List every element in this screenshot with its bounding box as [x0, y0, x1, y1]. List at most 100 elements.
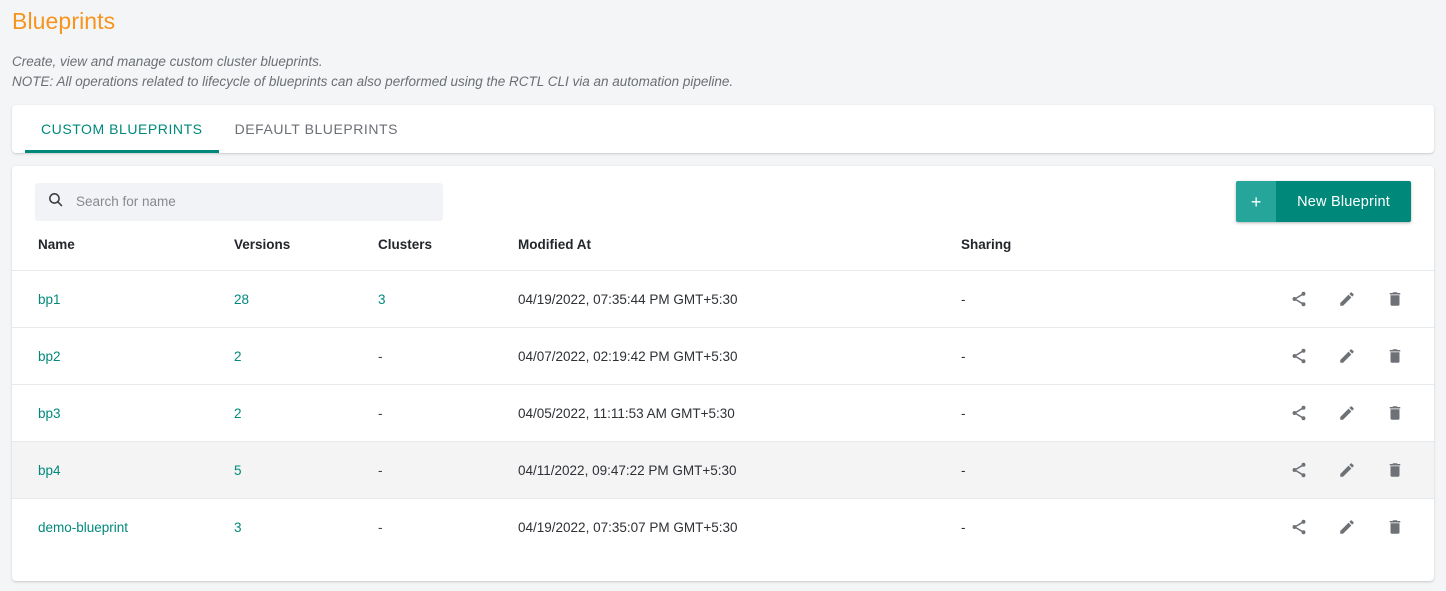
- cell-versions: 2: [234, 327, 378, 385]
- row-actions: [1271, 460, 1434, 480]
- versions-link[interactable]: 5: [234, 463, 242, 478]
- tab-custom-blueprints[interactable]: CUSTOM BLUEPRINTS: [25, 105, 219, 153]
- clusters-link[interactable]: 3: [378, 292, 386, 307]
- modified-at-text: 04/19/2022, 07:35:07 PM GMT+5:30: [518, 519, 738, 535]
- page-title: Blueprints: [12, 8, 116, 34]
- edit-icon[interactable]: [1337, 403, 1357, 423]
- cell-actions: [1271, 384, 1434, 442]
- blueprint-name-link[interactable]: bp4: [38, 463, 61, 478]
- blueprints-page: Blueprints Create, view and manage custo…: [0, 0, 1446, 591]
- cell-versions: 3: [234, 498, 378, 556]
- edit-icon[interactable]: [1337, 346, 1357, 366]
- edit-icon[interactable]: [1337, 289, 1357, 309]
- cell-versions: 28: [234, 270, 378, 328]
- cell-actions: [1271, 270, 1434, 328]
- blueprints-table: Name Versions Clusters Modified At Shari…: [12, 237, 1434, 556]
- cell-clusters: -: [378, 384, 518, 442]
- blueprints-table-card: + New Blueprint Name Versions Clusters M…: [12, 166, 1434, 581]
- cell-versions: 2: [234, 384, 378, 442]
- cell-modified-at: 04/11/2022, 09:47:22 PM GMT+5:30: [518, 441, 961, 499]
- delete-icon[interactable]: [1385, 460, 1405, 480]
- cell-sharing: -: [961, 498, 1271, 556]
- sharing-text: -: [961, 462, 966, 478]
- edit-icon[interactable]: [1337, 517, 1357, 537]
- share-icon[interactable]: [1289, 517, 1309, 537]
- column-header-modified-at: Modified At: [518, 237, 591, 252]
- column-header-actions: [1271, 237, 1434, 271]
- versions-link[interactable]: 2: [234, 406, 242, 421]
- cell-actions: [1271, 498, 1434, 556]
- row-actions: [1271, 289, 1434, 309]
- delete-icon[interactable]: [1385, 289, 1405, 309]
- sharing-text: -: [961, 519, 966, 535]
- delete-icon[interactable]: [1385, 346, 1405, 366]
- cell-clusters: -: [378, 441, 518, 499]
- cell-clusters: -: [378, 327, 518, 385]
- row-actions: [1271, 517, 1434, 537]
- table-row[interactable]: demo-blueprint 3 - 04/19/2022, 07:35:07 …: [12, 498, 1434, 556]
- column-header-name: Name: [38, 237, 75, 252]
- search-icon: [47, 191, 64, 213]
- table-header: Name Versions Clusters Modified At Shari…: [12, 237, 1434, 271]
- clusters-link: -: [378, 519, 383, 535]
- table-body: bp1 28 3 04/19/2022, 07:35:44 PM GMT+5:3…: [12, 270, 1434, 556]
- plus-icon: +: [1236, 181, 1277, 222]
- table-row[interactable]: bp2 2 - 04/07/2022, 02:19:42 PM GMT+5:30…: [12, 327, 1434, 385]
- blueprint-name-link[interactable]: bp3: [38, 406, 61, 421]
- cell-name: bp2: [12, 327, 234, 385]
- clusters-link: -: [378, 462, 383, 478]
- sharing-text: -: [961, 405, 966, 421]
- description-line-2: NOTE: All operations related to lifecycl…: [12, 74, 734, 89]
- modified-at-text: 04/19/2022, 07:35:44 PM GMT+5:30: [518, 291, 738, 307]
- sharing-text: -: [961, 348, 966, 364]
- cell-actions: [1271, 441, 1434, 499]
- search-input[interactable]: [74, 182, 431, 221]
- blueprint-name-link[interactable]: bp1: [38, 292, 61, 307]
- search-box[interactable]: [35, 182, 443, 221]
- sharing-text: -: [961, 291, 966, 307]
- table-toolbar: + New Blueprint: [12, 166, 1434, 237]
- cell-clusters: -: [378, 498, 518, 556]
- versions-link[interactable]: 3: [234, 520, 242, 535]
- delete-icon[interactable]: [1385, 517, 1405, 537]
- page-description: Create, view and manage custom cluster b…: [12, 52, 1434, 92]
- versions-link[interactable]: 28: [234, 292, 249, 307]
- cell-versions: 5: [234, 441, 378, 499]
- share-icon[interactable]: [1289, 289, 1309, 309]
- cell-sharing: -: [961, 384, 1271, 442]
- clusters-link: -: [378, 348, 383, 364]
- new-blueprint-label: New Blueprint: [1276, 181, 1411, 222]
- table-header-row: Name Versions Clusters Modified At Shari…: [12, 237, 1434, 271]
- tab-bar: CUSTOM BLUEPRINTS DEFAULT BLUEPRINTS: [12, 105, 1434, 153]
- column-header-sharing: Sharing: [961, 237, 1012, 252]
- cell-sharing: -: [961, 441, 1271, 499]
- modified-at-text: 04/11/2022, 09:47:22 PM GMT+5:30: [518, 462, 737, 478]
- cell-actions: [1271, 327, 1434, 385]
- cell-modified-at: 04/07/2022, 02:19:42 PM GMT+5:30: [518, 327, 961, 385]
- table-row[interactable]: bp3 2 - 04/05/2022, 11:11:53 AM GMT+5:30…: [12, 384, 1434, 442]
- column-header-versions: Versions: [234, 237, 291, 252]
- cell-modified-at: 04/19/2022, 07:35:44 PM GMT+5:30: [518, 270, 961, 328]
- share-icon[interactable]: [1289, 346, 1309, 366]
- blueprint-name-link[interactable]: demo-blueprint: [38, 520, 128, 535]
- new-blueprint-button[interactable]: + New Blueprint: [1236, 181, 1411, 222]
- modified-at-text: 04/07/2022, 02:19:42 PM GMT+5:30: [518, 348, 738, 364]
- tabs-card: CUSTOM BLUEPRINTS DEFAULT BLUEPRINTS: [12, 105, 1434, 153]
- versions-link[interactable]: 2: [234, 349, 242, 364]
- cell-sharing: -: [961, 327, 1271, 385]
- cell-clusters: 3: [378, 270, 518, 328]
- share-icon[interactable]: [1289, 403, 1309, 423]
- cell-name: bp3: [12, 384, 234, 442]
- tab-default-blueprints[interactable]: DEFAULT BLUEPRINTS: [219, 105, 414, 153]
- edit-icon[interactable]: [1337, 460, 1357, 480]
- share-icon[interactable]: [1289, 460, 1309, 480]
- modified-at-text: 04/05/2022, 11:11:53 AM GMT+5:30: [518, 405, 735, 421]
- delete-icon[interactable]: [1385, 403, 1405, 423]
- cell-name: demo-blueprint: [12, 498, 234, 556]
- blueprint-name-link[interactable]: bp2: [38, 349, 61, 364]
- cell-modified-at: 04/05/2022, 11:11:53 AM GMT+5:30: [518, 384, 961, 442]
- cell-modified-at: 04/19/2022, 07:35:07 PM GMT+5:30: [518, 498, 961, 556]
- description-line-1: Create, view and manage custom cluster b…: [12, 54, 323, 69]
- table-row[interactable]: bp1 28 3 04/19/2022, 07:35:44 PM GMT+5:3…: [12, 270, 1434, 328]
- table-row[interactable]: bp4 5 - 04/11/2022, 09:47:22 PM GMT+5:30…: [12, 441, 1434, 499]
